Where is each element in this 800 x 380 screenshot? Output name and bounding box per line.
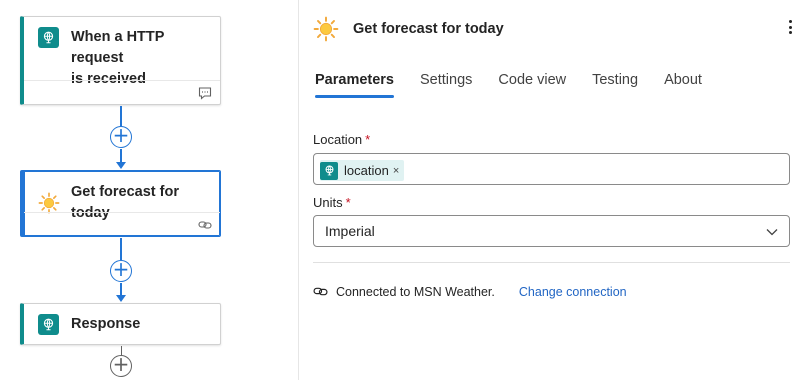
location-label: Location * [313,132,370,147]
required-mark: * [345,195,351,210]
location-label-text: Location [313,132,363,147]
card-footer [24,80,220,104]
tab-testing[interactable]: Testing [592,72,638,98]
token-label: location [344,163,389,178]
more-options-icon[interactable] [788,20,794,38]
card-footer [24,212,220,236]
comment-icon[interactable] [198,86,212,100]
add-step-button[interactable]: + [110,259,132,282]
connector-line [120,149,122,162]
connector-line [120,283,122,295]
link-icon[interactable] [198,218,212,232]
card-title: Response [71,316,141,332]
link-icon [313,287,328,296]
add-step-button[interactable]: + [110,125,132,148]
required-mark: * [365,132,371,147]
units-label-text: Units [313,195,343,210]
http-response-icon [38,314,59,335]
location-input[interactable]: location × [313,153,790,185]
sun-icon [313,16,339,42]
action-details-panel: Get forecast for today Parameters Settin… [299,0,800,380]
tab-code-view[interactable]: Code view [498,72,566,98]
action-card-get-forecast[interactable]: Get forecast for today [20,170,221,237]
tab-about[interactable]: About [664,72,702,98]
flow-canvas: When a HTTP request is received + Get fo… [0,0,298,380]
section-divider [313,262,790,263]
tab-parameters[interactable]: Parameters [315,72,394,98]
units-dropdown[interactable]: Imperial [313,215,790,247]
connector-arrow-icon [116,295,126,302]
http-request-icon [320,161,338,180]
add-step-button[interactable]: + [110,354,132,377]
chevron-down-icon [766,229,778,236]
card-title-line-1: When a HTTP request [71,29,165,66]
sun-icon [38,192,60,214]
panel-header: Get forecast for today [313,14,800,44]
connection-status-text: Connected to MSN Weather. [336,284,495,299]
panel-tabs: Parameters Settings Code view Testing Ab… [315,72,728,98]
tab-settings[interactable]: Settings [420,72,472,98]
panel-title: Get forecast for today [353,21,504,37]
remove-token-icon[interactable]: × [393,165,399,177]
units-label: Units * [313,195,351,210]
units-selected-value: Imperial [325,223,375,239]
action-card-response[interactable]: Response [20,303,221,345]
http-request-icon [38,27,59,48]
location-token[interactable]: location × [320,160,405,181]
card-header: Response [24,304,220,335]
connector-arrow-icon [116,162,126,169]
change-connection-link[interactable]: Change connection [519,285,627,299]
trigger-card-http-request[interactable]: When a HTTP request is received [20,16,221,105]
connection-info: Connected to MSN Weather. Change connect… [313,284,627,299]
